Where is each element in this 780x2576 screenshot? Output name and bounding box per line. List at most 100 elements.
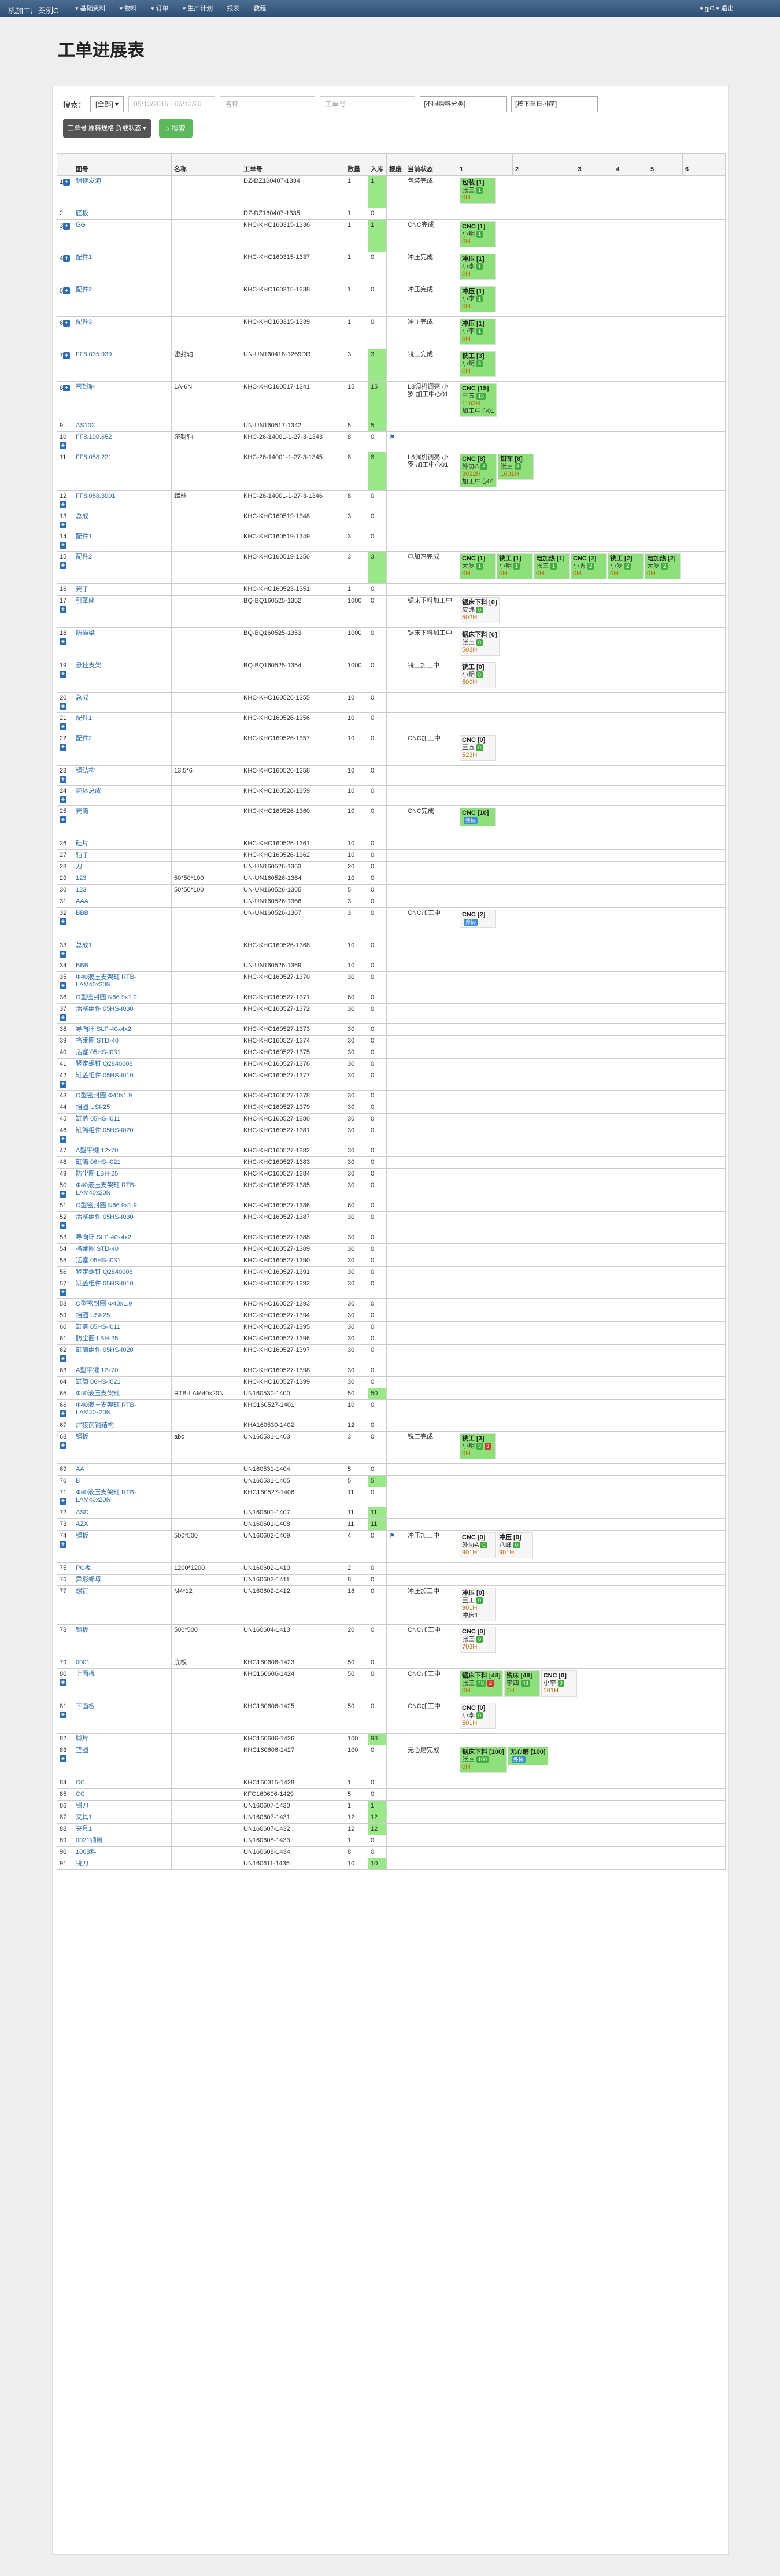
drawing-number-link-text[interactable]: 硅片 [76, 840, 88, 847]
expand-row-icon[interactable]: + [60, 522, 66, 528]
drawing-number-link-text[interactable]: 总成1 [76, 942, 92, 949]
drawing-number-link-text[interactable]: 活塞 05HS-I031 [76, 1257, 121, 1264]
drawing-number-link[interactable]: Φ40液压支架缸 RTB-LAM40x20N [73, 1399, 172, 1420]
process-step-card[interactable]: 锯床下料 [0] 皮炜 0 502H [460, 597, 500, 623]
drawing-number-link[interactable]: 格莱圈 STD-40 [73, 1243, 172, 1255]
expand-row-icon[interactable]: + [60, 796, 66, 803]
expand-row-icon[interactable]: + [60, 606, 66, 613]
drawing-number-link[interactable]: Φ40液压支架缸 [73, 1388, 172, 1400]
expand-row-icon[interactable]: + [60, 1442, 66, 1449]
drawing-number-link[interactable]: A型平键 12x70 [73, 1365, 172, 1377]
user-menu[interactable]: ▾ gjC ▾ 退出 [700, 0, 734, 17]
drawing-number-link[interactable]: FF8.035.939 [73, 349, 172, 382]
drawing-number-link[interactable]: O型密封圈 Φ40x1.9 [73, 1298, 172, 1310]
process-step-card[interactable]: CNC [1] 小明 1 0H [460, 221, 496, 247]
process-step-card[interactable]: 锯床下料 [0] 张三 0 503H [460, 630, 500, 656]
process-step-card[interactable]: 电加热 [2] 大罗 2 0H [645, 553, 681, 579]
drawing-number-link-text[interactable]: Φ40液压支架缸 RTB-LAM40x20N [76, 1182, 136, 1196]
drawing-number-link-text[interactable]: 总成 [76, 694, 88, 701]
expand-row-icon[interactable]: + [60, 671, 66, 678]
expand-row-icon[interactable]: + [63, 320, 71, 327]
process-step-card[interactable]: 铣工 [3] 小明 3 3 0H [460, 1433, 496, 1459]
drawing-number-link[interactable]: 123 [73, 884, 172, 896]
drawing-number-link-text[interactable]: 钳刀 [76, 1802, 88, 1809]
expand-row-icon[interactable]: + [63, 385, 71, 391]
date-type-dropdown[interactable]: [全部] ▾ [90, 96, 124, 112]
process-step-card[interactable]: 铣工 [0] 小明 0 500H [460, 662, 496, 688]
flag-icon[interactable]: ⚑ [389, 433, 395, 441]
drawing-number-link-text[interactable]: 123 [76, 875, 86, 882]
process-step-card[interactable]: 钳车 [8] 张三 8 1601H [498, 454, 534, 480]
nav-menu-item[interactable]: ▾ 物料 [113, 0, 145, 17]
drawing-number-link-text[interactable]: 引擎座 [76, 597, 95, 604]
drawing-number-link-text[interactable]: Φ40液压支架缸 [76, 1390, 120, 1397]
drawing-number-link-text[interactable]: O型密封圈 N66.9x1.9 [76, 994, 137, 1001]
drawing-number-link-text[interactable]: 活塞组件 05HS-I030 [76, 1006, 134, 1012]
drawing-number-link-text[interactable]: 壳子 [76, 586, 88, 593]
drawing-number-link[interactable]: 活塞 05HS-I031 [73, 1047, 172, 1059]
drawing-number-link[interactable]: 格莱圈 STD-40 [73, 1035, 172, 1047]
drawing-number-link[interactable]: 钳刀 [73, 1800, 172, 1812]
expand-row-icon[interactable]: + [60, 562, 66, 569]
drawing-number-link-text[interactable]: 上面板 [76, 1670, 95, 1677]
expand-row-icon[interactable]: + [60, 951, 66, 958]
drawing-number-link[interactable]: 1008料 [73, 1846, 172, 1858]
drawing-number-link-text[interactable]: ASD [76, 1509, 89, 1516]
drawing-number-link[interactable]: A型平键 12x70 [73, 1145, 172, 1157]
drawing-number-link-text[interactable]: FF8.058.221 [76, 454, 112, 461]
drawing-number-link-text[interactable]: AS102 [76, 422, 95, 429]
expand-row-icon[interactable]: + [60, 542, 66, 549]
drawing-number-link[interactable]: 底板 [73, 208, 172, 220]
expand-row-icon[interactable]: + [60, 1222, 66, 1229]
drawing-number-link[interactable]: 挡圈 USI-25 [73, 1102, 172, 1114]
process-step-card[interactable]: CNC [0] 张三 0 703H [460, 1627, 496, 1653]
flag-icon[interactable]: ⚑ [389, 1532, 395, 1540]
expand-row-icon[interactable]: + [60, 1191, 66, 1198]
drawing-number-link-text[interactable]: 钢板 [76, 1532, 88, 1539]
drawing-number-link[interactable]: 壳体总成 [73, 785, 172, 806]
drawing-number-link[interactable]: 焊接前钢结构 [73, 1420, 172, 1432]
drawing-number-link[interactable]: 配件1 [73, 252, 172, 284]
nav-menu-item[interactable]: ▾ 基础资料 [68, 0, 113, 17]
drawing-number-link-text[interactable]: 轴子 [76, 852, 88, 859]
drawing-number-link[interactable]: 0001 [73, 1657, 172, 1669]
nav-menu-item[interactable]: ▾ 订单 [144, 0, 176, 17]
drawing-number-link-text[interactable]: 缸盖组件 05HS-I010 [76, 1280, 134, 1287]
process-step-card[interactable]: CNC [0] 小李 0 501H [460, 1703, 496, 1729]
drawing-number-link[interactable]: 钢板 [73, 1530, 172, 1563]
drawing-number-link-text[interactable]: GG [76, 221, 86, 228]
expand-row-icon[interactable]: + [60, 1289, 66, 1296]
drawing-number-link-text[interactable]: Φ40液压支架缸 RTB-LAM40x20N [76, 974, 136, 988]
drawing-number-link-text[interactable]: 缸筒组件 05HS-I020 [76, 1347, 134, 1354]
drawing-number-link-text[interactable]: FF8.035.939 [76, 351, 112, 358]
drawing-number-link-text[interactable]: 壳筒 [76, 808, 88, 815]
drawing-number-link[interactable]: O型密封圈 N66.9x1.9 [73, 992, 172, 1004]
drawing-number-link[interactable]: 缸筒 06HS-I021 [73, 1376, 172, 1388]
drawing-number-link-text[interactable]: 活塞 05HS-I031 [76, 1049, 121, 1056]
process-step-card[interactable]: 冲压 [0] 八峰 0 901H [497, 1532, 533, 1558]
drawing-number-link[interactable]: 上面板 [73, 1668, 172, 1701]
search-button[interactable]: ⌕ 搜索 [158, 119, 193, 138]
drawing-number-link-text[interactable]: 缸盖组件 05HS-I010 [76, 1072, 134, 1079]
column-options-button[interactable]: 工单号 原料规格 负载状态 ▾ [63, 119, 151, 138]
drawing-number-link[interactable]: CC [73, 1788, 172, 1801]
process-step-card[interactable]: CNC [1] 大罗 1 0H [460, 553, 496, 579]
drawing-number-link[interactable]: BBB [73, 960, 172, 972]
drawing-number-link-text[interactable]: 密封轴 [76, 383, 95, 390]
drawing-number-link-text[interactable]: 0021钢粉 [76, 1837, 102, 1844]
drawing-number-link-text[interactable]: AAA [76, 898, 88, 905]
drawing-number-link-text[interactable]: 总成 [76, 513, 88, 520]
drawing-number-link[interactable]: 防撞梁 [73, 627, 172, 660]
process-step-card[interactable]: CNC [0] 王五 0 523H [460, 735, 496, 761]
drawing-number-link[interactable]: FF8.100.652 [73, 431, 172, 452]
drawing-number-link-text[interactable]: 脚片 [76, 1735, 88, 1742]
drawing-number-link[interactable]: 缸盖 05HS-I011 [73, 1113, 172, 1125]
drawing-number-link-text[interactable]: BBB [76, 962, 88, 969]
drawing-number-link-text[interactable]: 悬挂支架 [76, 662, 101, 669]
process-step-card[interactable]: CNC [2] 小秀 2 0H [571, 553, 607, 579]
drawing-number-link-text[interactable]: 缸筒组件 05HS-I020 [76, 1127, 134, 1134]
drawing-number-link[interactable]: 0021钢粉 [73, 1835, 172, 1847]
drawing-number-link-text[interactable]: Φ40液压支架缸 RTB-LAM40x20N [76, 1402, 136, 1416]
drawing-number-link-text[interactable]: 钢板 [76, 1433, 88, 1440]
drawing-number-link[interactable]: 配件2 [73, 284, 172, 317]
